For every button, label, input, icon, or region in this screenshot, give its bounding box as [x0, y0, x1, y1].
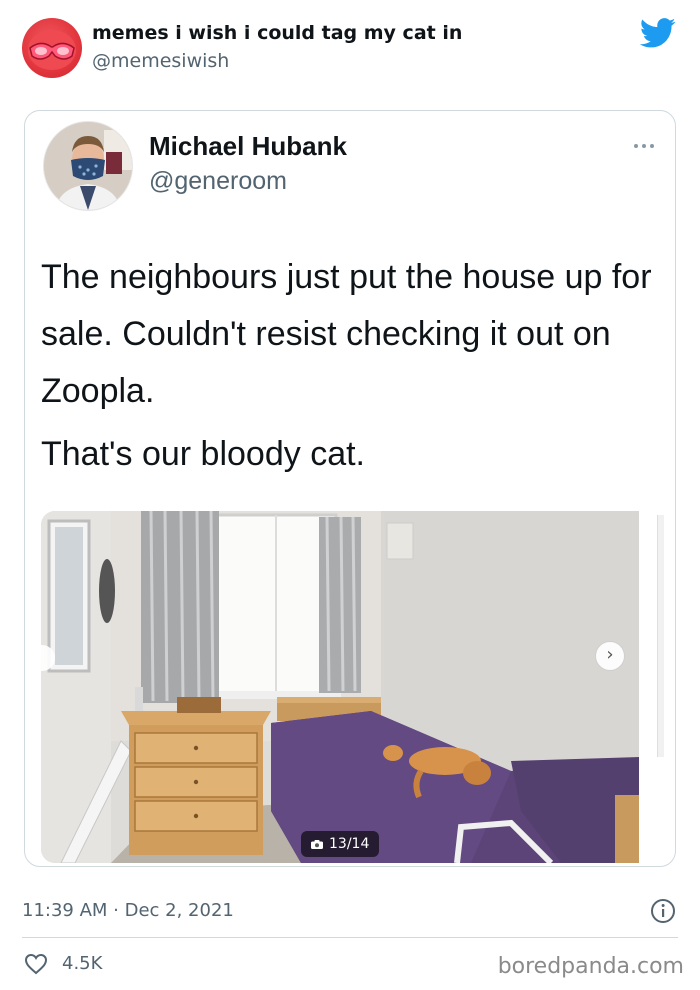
more-dots-icon[interactable]	[629, 139, 659, 153]
man-with-mask-avatar-icon	[44, 122, 132, 210]
inner-avatar[interactable]	[43, 121, 133, 211]
next-photo-peek	[657, 515, 664, 757]
photo-counter-badge: 13/14	[301, 831, 380, 857]
bedroom-photo[interactable]	[41, 511, 639, 863]
outer-handle[interactable]: @memesiwish	[92, 50, 229, 72]
camera-icon	[311, 839, 323, 849]
next-photo-button[interactable]: ›	[595, 641, 625, 671]
red-sunglasses-avatar-icon	[28, 30, 76, 70]
twitter-bird-icon[interactable]	[640, 18, 676, 48]
heart-icon[interactable]	[24, 953, 48, 975]
tweet-paragraph: The neighbours just put the house up for…	[41, 258, 652, 410]
tweet-timestamp[interactable]: 11:39 AM · Dec 2, 2021	[22, 900, 234, 921]
chevron-right-icon: ›	[606, 644, 614, 665]
watermark: boredpanda.com	[497, 954, 684, 979]
inner-display-name[interactable]: Michael Hubank	[149, 131, 347, 162]
tweet-text: The neighbours just put the house up for…	[41, 249, 666, 483]
info-icon[interactable]	[650, 898, 676, 924]
like-count[interactable]: 4.5K	[62, 953, 102, 974]
outer-display-name[interactable]: memes i wish i could tag my cat in	[92, 22, 462, 44]
bedroom-photo-image	[41, 511, 639, 863]
footer-divider	[22, 937, 678, 938]
tweet-paragraph: That's our bloody cat.	[41, 435, 365, 473]
inner-handle[interactable]: @generoom	[149, 167, 287, 196]
photo-counter-text: 13/14	[329, 836, 370, 852]
outer-avatar[interactable]	[22, 18, 82, 78]
quoted-tweet-card[interactable]: Michael Hubank @generoom The neighbours …	[24, 110, 676, 867]
